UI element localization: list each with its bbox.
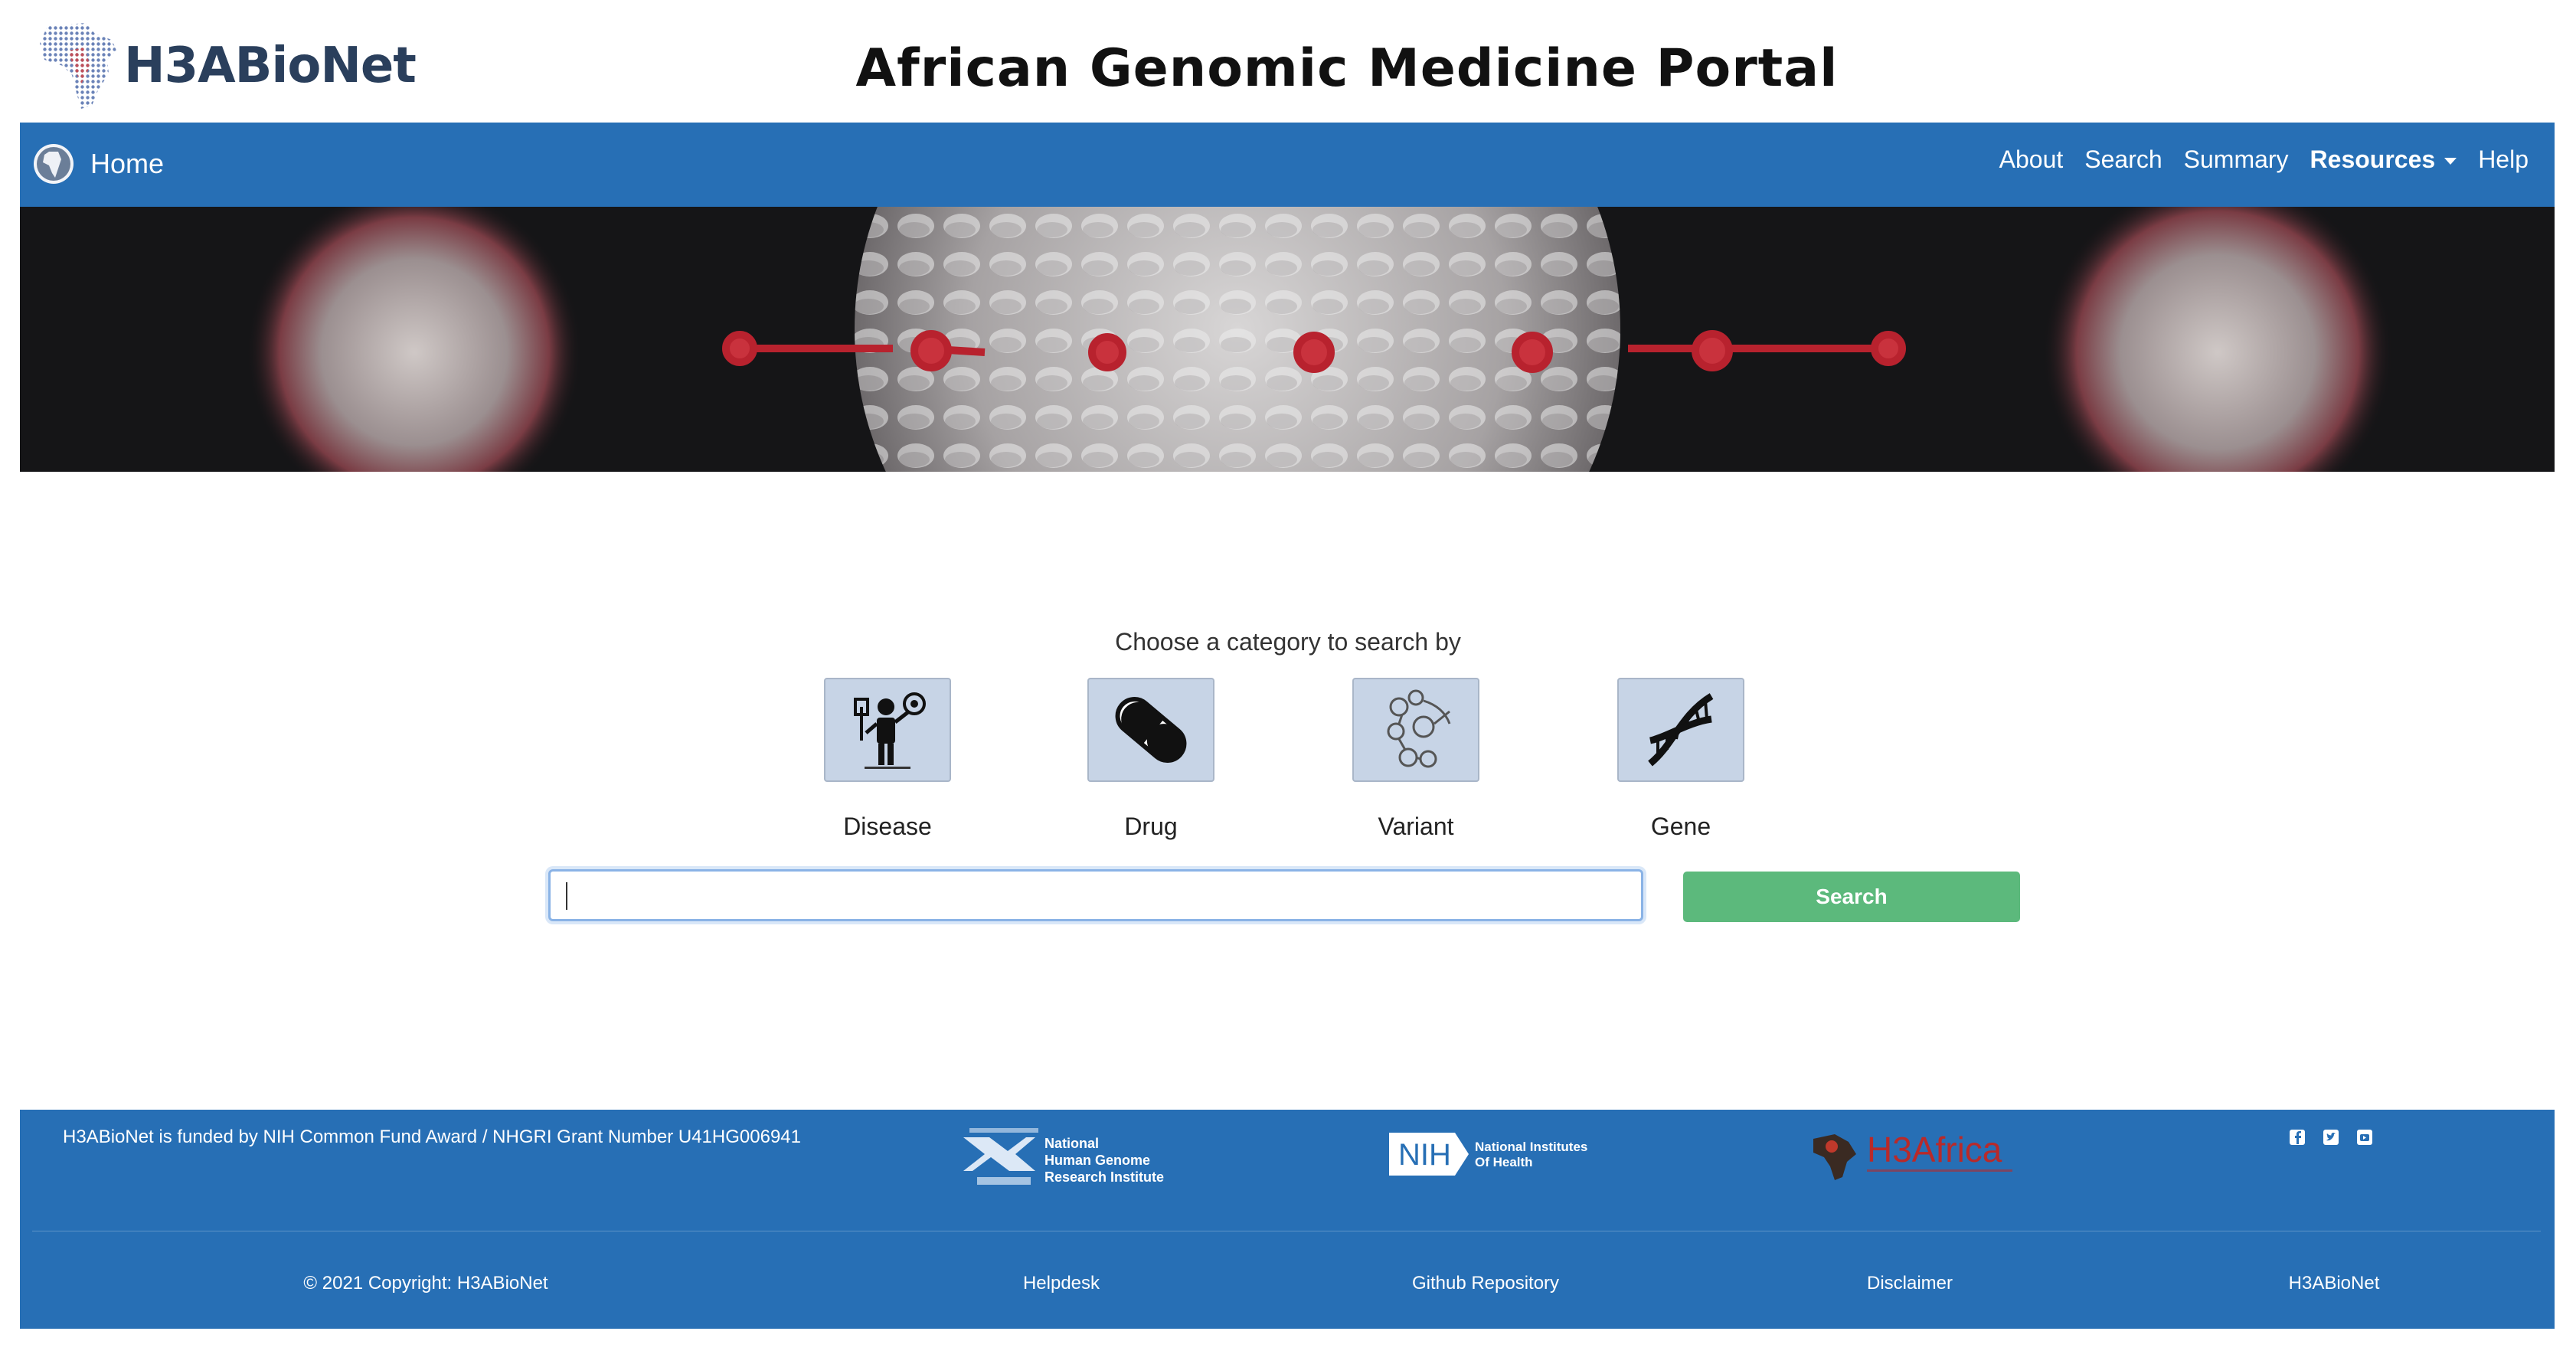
variant-icon: [1387, 689, 1451, 768]
nhgri-mark-icon: National Human Genome Research Institute: [963, 1128, 1164, 1185]
youtube-icon[interactable]: [2355, 1128, 2374, 1146]
site-header: H3ABioNet African Genomic Medicine Porta…: [0, 0, 2576, 123]
facebook-icon[interactable]: [2288, 1128, 2306, 1146]
virus-banner-image: [20, 207, 2555, 472]
footer-link-disclaimer[interactable]: Disclaimer: [1867, 1273, 1953, 1294]
disease-icon: [854, 692, 926, 769]
dna-icon: [1648, 693, 1714, 767]
footer-link-helpdesk[interactable]: Helpdesk: [1023, 1273, 1100, 1294]
twitter-icon[interactable]: [2322, 1128, 2340, 1146]
category-label: Drug: [1124, 813, 1178, 840]
globe-icon: [34, 144, 74, 184]
nhgri-line-2: Human Genome: [1044, 1153, 1150, 1168]
category-label: Variant: [1378, 813, 1454, 840]
nav-resources-dropdown[interactable]: Resources: [2310, 146, 2457, 174]
caret-down-icon: [2444, 158, 2457, 165]
top-navbar: Home About Search Summary Resources Help: [20, 123, 2555, 207]
category-label: Gene: [1650, 813, 1711, 840]
nav-home-label: Home: [90, 148, 165, 179]
nav-resources-label: Resources: [2310, 146, 2436, 173]
nav-links: About Search Summary Resources Help: [1978, 146, 2529, 174]
page-title: African Genomic Medicine Portal: [855, 38, 1839, 99]
category-drug-tile[interactable]: [1087, 678, 1214, 782]
nih-logo[interactable]: NIH National Institutes Of Health: [1388, 1123, 1602, 1189]
h3africa-logo[interactable]: H3Africa: [1809, 1123, 2023, 1189]
nav-about[interactable]: About: [1999, 146, 2064, 174]
category-disease[interactable]: Disease: [822, 678, 953, 841]
category-variant-tile[interactable]: [1352, 678, 1479, 782]
search-button[interactable]: Search: [1683, 872, 2020, 922]
h3africa-mark-icon: H3Africa: [1813, 1130, 2012, 1180]
category-gene[interactable]: Gene: [1616, 678, 1746, 841]
category-variant[interactable]: Variant: [1351, 678, 1481, 841]
category-prompt: Choose a category to search by: [1115, 628, 1461, 656]
nhgri-logo[interactable]: National Human Genome Research Institute: [962, 1123, 1169, 1204]
nav-search[interactable]: Search: [2084, 146, 2162, 174]
nav-summary[interactable]: Summary: [2184, 146, 2289, 174]
nih-line-2: Of Health: [1475, 1155, 1533, 1169]
nih-abbr: NIH: [1398, 1138, 1451, 1172]
nhgri-line-1: National: [1044, 1136, 1099, 1151]
footer-link-h3abionet[interactable]: H3ABioNet: [2289, 1273, 2380, 1294]
category-disease-tile[interactable]: [824, 678, 951, 782]
nih-mark-icon: NIH National Institutes Of Health: [1389, 1133, 1587, 1176]
h3africa-text: H3Africa: [1867, 1130, 2002, 1169]
text-cursor: [566, 882, 567, 910]
search-input[interactable]: [548, 869, 1643, 921]
footer-link-github[interactable]: Github Repository: [1412, 1273, 1559, 1294]
category-label: Disease: [843, 813, 932, 840]
category-drug[interactable]: Drug: [1086, 678, 1216, 841]
site-footer: H3ABioNet is funded by NIH Common Fund A…: [20, 1110, 2555, 1329]
nav-home-link[interactable]: Home: [32, 142, 164, 185]
nih-line-1: National Institutes: [1475, 1140, 1587, 1154]
pill-icon: [1115, 697, 1187, 763]
nav-help[interactable]: Help: [2478, 146, 2529, 174]
category-gene-tile[interactable]: [1617, 678, 1744, 782]
nhgri-line-3: Research Institute: [1044, 1169, 1164, 1185]
copyright-text: © 2021 Copyright: H3ABioNet: [303, 1273, 548, 1293]
hero-banner: [20, 207, 2555, 472]
social-links: [2288, 1128, 2389, 1146]
funding-text: H3ABioNet is funded by NIH Common Fund A…: [63, 1127, 801, 1147]
